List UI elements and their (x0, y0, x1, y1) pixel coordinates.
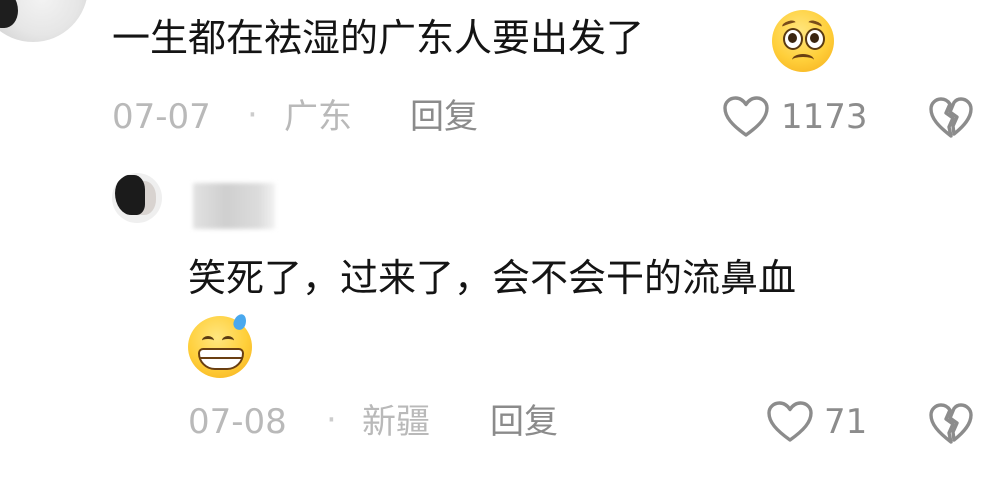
emoji-mouth (792, 54, 814, 66)
emoji-eye-right (222, 336, 234, 345)
like-count: 1173 (781, 97, 868, 137)
emoji-grin (198, 348, 244, 370)
pleading-face-icon (772, 10, 834, 72)
reply-location: 新疆 (362, 402, 430, 442)
emoji-sweat-drop (231, 312, 249, 332)
like-count: 71 (824, 402, 868, 442)
blurred-username[interactable] (193, 183, 275, 229)
comment-date: 07-07 (112, 97, 211, 137)
grinning-sweat-face-icon (188, 312, 252, 378)
avatar-hair (115, 175, 145, 215)
heart-icon[interactable] (722, 95, 770, 139)
meta-separator: · (326, 400, 337, 440)
reply-text: 笑死了，过来了，会不会干的流鼻血 (188, 256, 797, 300)
broken-heart-icon[interactable] (928, 402, 974, 446)
reply-date: 07-08 (188, 402, 287, 442)
emoji-eye-left (202, 336, 214, 345)
broken-heart-icon[interactable] (928, 96, 974, 140)
emoji-eye-right (805, 28, 825, 50)
comment-location: 广东 (284, 97, 352, 137)
heart-icon[interactable] (766, 400, 814, 444)
comment-section: 一生都在祛湿的广东人要出发了 07-07 · 广东 回复 1173 笑死了，过来… (0, 0, 982, 494)
reply-button[interactable]: 回复 (410, 100, 478, 134)
avatar-image-detail (0, 0, 18, 28)
comment-text: 一生都在祛湿的广东人要出发了 (112, 16, 645, 60)
reply-avatar[interactable] (112, 173, 162, 223)
emoji-eye-left (783, 28, 803, 50)
meta-separator: · (247, 95, 258, 135)
commenter-avatar[interactable] (0, 0, 88, 42)
reply-button[interactable]: 回复 (490, 405, 558, 439)
